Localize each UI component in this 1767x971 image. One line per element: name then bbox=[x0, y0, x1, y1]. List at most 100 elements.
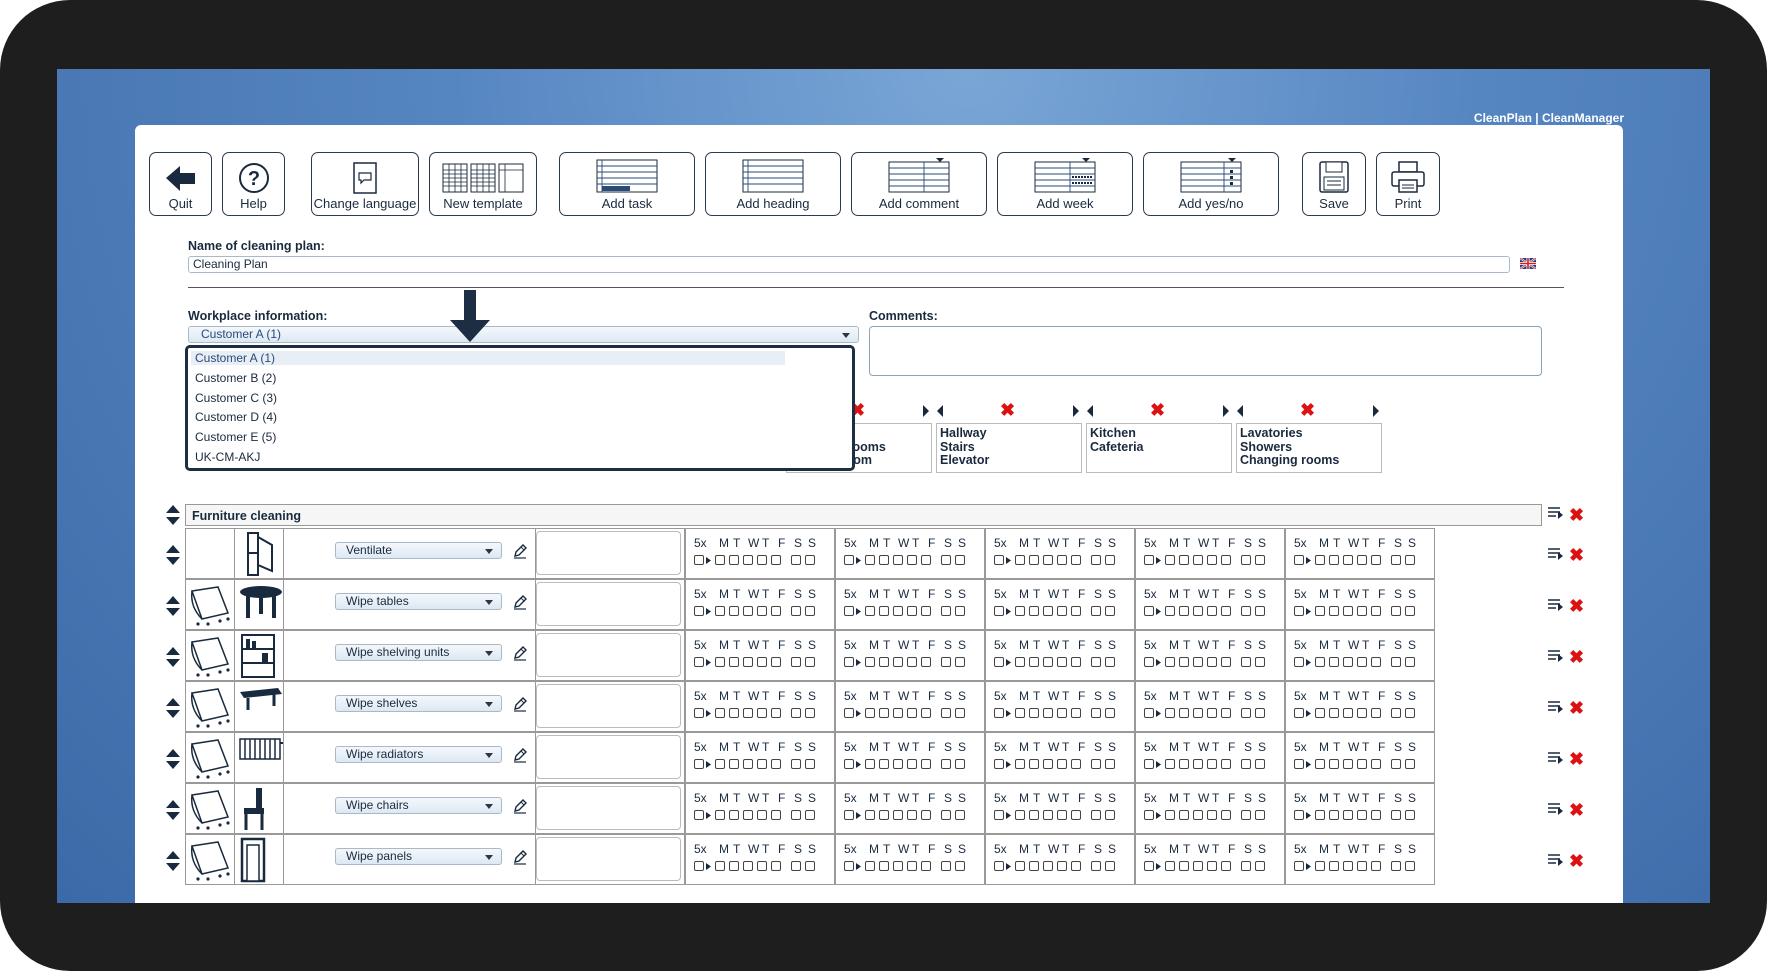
checkbox[interactable] bbox=[921, 555, 931, 565]
delete-icon[interactable]: ✖ bbox=[1569, 699, 1584, 717]
checkbox[interactable] bbox=[1071, 708, 1081, 718]
checkbox[interactable] bbox=[893, 708, 903, 718]
checkbox[interactable] bbox=[757, 606, 767, 616]
checkbox[interactable] bbox=[1144, 759, 1154, 769]
checkbox[interactable] bbox=[1144, 555, 1154, 565]
checkbox[interactable] bbox=[1105, 606, 1115, 616]
checkbox[interactable] bbox=[1193, 657, 1203, 667]
checkbox[interactable] bbox=[1241, 759, 1251, 769]
task-select[interactable]: Wipe panels bbox=[335, 848, 502, 865]
checkbox[interactable] bbox=[994, 708, 1004, 718]
checkbox[interactable] bbox=[743, 657, 753, 667]
checkbox[interactable] bbox=[771, 606, 781, 616]
checkbox[interactable] bbox=[743, 555, 753, 565]
checkbox[interactable] bbox=[1144, 606, 1154, 616]
checkbox[interactable] bbox=[1343, 708, 1353, 718]
delete-icon[interactable]: ✖ bbox=[1569, 801, 1584, 819]
checkbox[interactable] bbox=[729, 759, 739, 769]
checkbox[interactable] bbox=[955, 861, 965, 871]
task-note-field[interactable] bbox=[536, 531, 681, 575]
checkbox[interactable] bbox=[1221, 555, 1231, 565]
add-task-button[interactable]: Add task bbox=[559, 152, 695, 216]
checkbox[interactable] bbox=[791, 606, 801, 616]
add-heading-button[interactable]: Add heading bbox=[705, 152, 841, 216]
checkbox[interactable] bbox=[1193, 759, 1203, 769]
task-note-field[interactable] bbox=[536, 582, 681, 626]
task-image-slot[interactable] bbox=[185, 528, 235, 579]
checkbox[interactable] bbox=[1329, 810, 1339, 820]
checkbox[interactable] bbox=[941, 708, 951, 718]
checkbox[interactable] bbox=[907, 759, 917, 769]
checkbox[interactable] bbox=[865, 759, 875, 769]
task-image-slot[interactable] bbox=[185, 732, 235, 783]
delete-icon[interactable]: ✖ bbox=[1569, 546, 1584, 564]
checkbox[interactable] bbox=[1144, 657, 1154, 667]
checkbox[interactable] bbox=[1043, 708, 1053, 718]
move-left-icon[interactable] bbox=[1086, 404, 1094, 418]
task-image-slot[interactable] bbox=[234, 579, 284, 630]
task-image-slot[interactable] bbox=[185, 681, 235, 732]
checkbox[interactable] bbox=[893, 810, 903, 820]
checkbox[interactable] bbox=[715, 555, 725, 565]
checkbox[interactable] bbox=[1179, 657, 1189, 667]
checkbox[interactable] bbox=[1057, 759, 1067, 769]
checkbox[interactable] bbox=[1315, 810, 1325, 820]
checkbox[interactable] bbox=[694, 708, 704, 718]
checkbox[interactable] bbox=[1221, 708, 1231, 718]
checkbox[interactable] bbox=[1343, 861, 1353, 871]
checkbox[interactable] bbox=[791, 555, 801, 565]
checkbox[interactable] bbox=[955, 810, 965, 820]
task-image-slot[interactable] bbox=[185, 579, 235, 630]
checkbox[interactable] bbox=[729, 606, 739, 616]
checkbox[interactable] bbox=[791, 861, 801, 871]
checkbox[interactable] bbox=[1255, 555, 1265, 565]
checkbox[interactable] bbox=[694, 861, 704, 871]
delete-column-icon[interactable]: ✖ bbox=[1150, 401, 1165, 419]
dropdown-option[interactable]: UK-CM-AKJ bbox=[195, 450, 260, 464]
checkbox[interactable] bbox=[865, 606, 875, 616]
task-image-slot[interactable] bbox=[234, 732, 284, 783]
checkbox[interactable] bbox=[941, 657, 951, 667]
save-button[interactable]: Save bbox=[1302, 152, 1366, 216]
move-row-icon[interactable] bbox=[165, 748, 181, 772]
task-select[interactable]: Wipe shelving units bbox=[335, 644, 502, 661]
checkbox[interactable] bbox=[1043, 555, 1053, 565]
checkbox[interactable] bbox=[1315, 606, 1325, 616]
checkbox[interactable] bbox=[994, 759, 1004, 769]
checkbox[interactable] bbox=[1029, 657, 1039, 667]
checkbox[interactable] bbox=[1071, 759, 1081, 769]
checkbox[interactable] bbox=[1371, 555, 1381, 565]
task-select[interactable]: Wipe shelves bbox=[335, 695, 502, 712]
checkbox[interactable] bbox=[1405, 606, 1415, 616]
dropdown-option[interactable]: Customer E (5) bbox=[195, 430, 276, 444]
checkbox[interactable] bbox=[1165, 657, 1175, 667]
task-image-slot[interactable] bbox=[234, 783, 284, 834]
checkbox[interactable] bbox=[1105, 759, 1115, 769]
checkbox[interactable] bbox=[921, 810, 931, 820]
checkbox[interactable] bbox=[1343, 657, 1353, 667]
checkbox[interactable] bbox=[907, 657, 917, 667]
checkbox[interactable] bbox=[771, 657, 781, 667]
checkbox[interactable] bbox=[1315, 657, 1325, 667]
checkbox[interactable] bbox=[994, 810, 1004, 820]
checkbox[interactable] bbox=[715, 810, 725, 820]
checkbox[interactable] bbox=[879, 810, 889, 820]
checkbox[interactable] bbox=[805, 555, 815, 565]
checkbox[interactable] bbox=[1255, 606, 1265, 616]
checkbox[interactable] bbox=[1015, 759, 1025, 769]
delete-icon[interactable]: ✖ bbox=[1569, 597, 1584, 615]
print-button[interactable]: Print bbox=[1376, 152, 1440, 216]
checkbox[interactable] bbox=[1343, 810, 1353, 820]
checkbox[interactable] bbox=[955, 759, 965, 769]
checkbox[interactable] bbox=[1371, 861, 1381, 871]
move-row-icon[interactable] bbox=[165, 504, 181, 528]
checkbox[interactable] bbox=[1057, 708, 1067, 718]
checkbox[interactable] bbox=[1043, 657, 1053, 667]
delete-icon[interactable]: ✖ bbox=[1569, 852, 1584, 870]
checkbox[interactable] bbox=[791, 759, 801, 769]
checkbox[interactable] bbox=[1179, 708, 1189, 718]
checkbox[interactable] bbox=[1193, 555, 1203, 565]
checkbox[interactable] bbox=[1357, 810, 1367, 820]
checkbox[interactable] bbox=[1043, 810, 1053, 820]
checkbox[interactable] bbox=[1165, 606, 1175, 616]
